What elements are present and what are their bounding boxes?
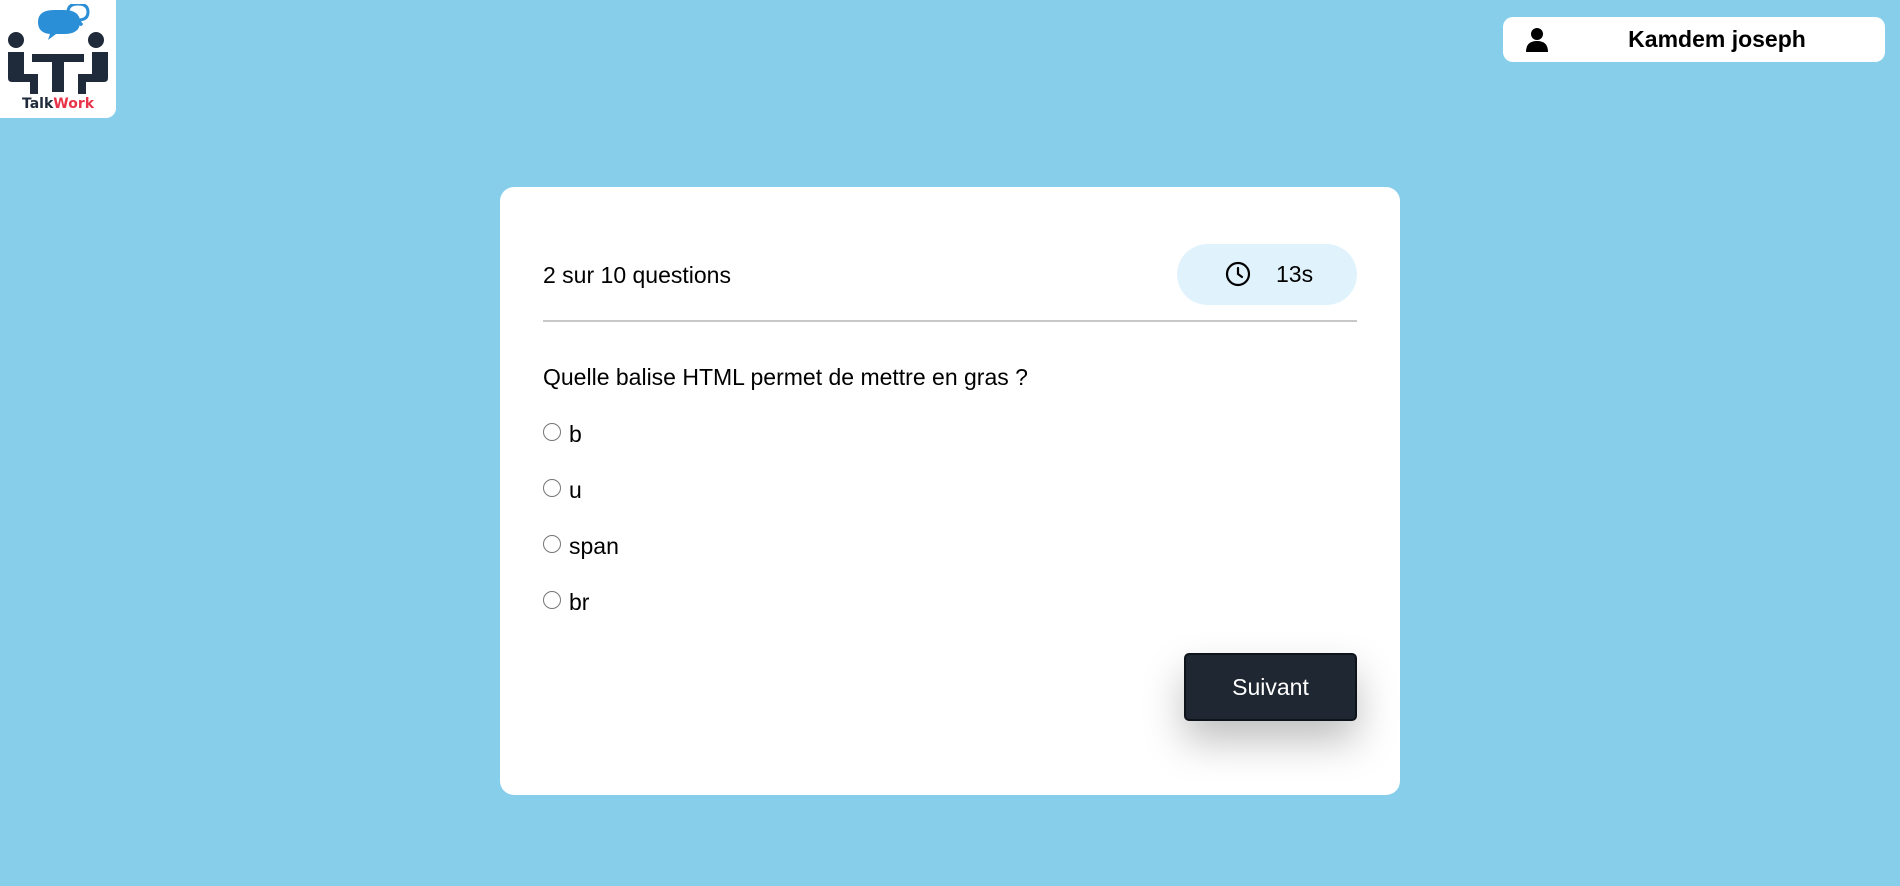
option-label: br (569, 588, 590, 615)
radio-button[interactable] (543, 535, 561, 553)
app-logo[interactable]: TalkWork (0, 0, 116, 118)
question-text: Quelle balise HTML permet de mettre en g… (543, 364, 1028, 390)
timer-value: 13s (1276, 261, 1314, 287)
quiz-card: 2 sur 10 questions 13s Quelle balise HTM… (500, 187, 1400, 795)
radio-button[interactable] (543, 479, 561, 497)
option-label: b (569, 420, 582, 447)
radio-button[interactable] (543, 423, 561, 441)
logo-wordmark: TalkWork (0, 96, 116, 112)
clock-icon (1225, 261, 1251, 287)
user-icon (1526, 28, 1548, 52)
timer-badge: 13s (1177, 244, 1357, 305)
logo-text-talk: Talk (21, 96, 54, 112)
header-divider (543, 320, 1357, 322)
answer-option[interactable]: span (543, 531, 619, 561)
option-label: span (569, 532, 619, 559)
answer-option[interactable]: br (543, 587, 589, 617)
meeting-logo-icon (8, 4, 108, 94)
user-profile-button[interactable]: Kamdem joseph (1503, 17, 1885, 62)
radio-button[interactable] (543, 591, 561, 609)
option-label: u (569, 476, 582, 503)
answer-option[interactable]: b (543, 419, 582, 449)
question-counter: 2 sur 10 questions (543, 262, 731, 288)
logo-text-work: Work (53, 96, 95, 112)
user-name: Kamdem joseph (1628, 26, 1806, 52)
answer-option[interactable]: u (543, 475, 582, 505)
next-button[interactable]: Suivant (1184, 653, 1357, 721)
